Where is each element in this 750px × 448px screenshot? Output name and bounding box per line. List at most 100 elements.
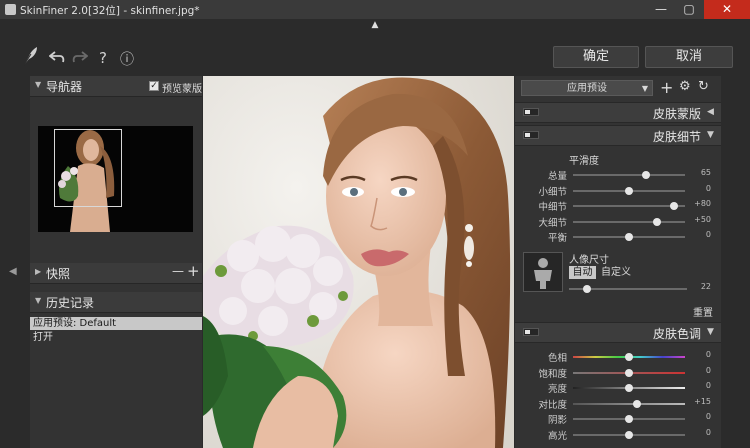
slider-thumb[interactable] — [625, 186, 633, 195]
slider-label: 总量 — [547, 171, 567, 182]
slider-track[interactable] — [573, 415, 685, 423]
slider-label: 中细节 — [538, 202, 567, 213]
slider-thumb[interactable] — [625, 384, 633, 392]
view-frame[interactable] — [54, 129, 122, 207]
skin-detail-toggle[interactable] — [523, 131, 539, 139]
slider-track[interactable] — [573, 233, 685, 241]
minimize-button[interactable]: — — [648, 0, 674, 19]
skin-tone-title: 皮肤色调 — [653, 327, 702, 341]
slider-track[interactable] — [573, 202, 685, 210]
portrait-size-slider[interactable] — [569, 285, 687, 293]
snapshot-title: 快照 — [46, 267, 71, 281]
right-panel: 应用预设 ▼ + ⚙ ↻ 皮肤蒙版 ◀ 皮肤细节 ▼ 平滑度 总量 65 小细节 0 中… — [515, 76, 721, 448]
skin-tone-toggle[interactable] — [523, 328, 539, 336]
slider-label: 亮度 — [547, 384, 567, 395]
skin-detail-title: 皮肤细节 — [653, 130, 702, 144]
help-icon[interactable]: ? — [96, 49, 110, 67]
maximize-button[interactable]: ▢ — [676, 0, 702, 19]
slider-label: 色相 — [547, 353, 567, 364]
preview-mask-label: 预览蒙版 — [162, 84, 202, 95]
slider-track[interactable] — [573, 368, 685, 377]
cancel-button[interactable]: 取消 — [645, 46, 733, 68]
skin-detail-header[interactable]: 皮肤细节 ▼ — [515, 125, 721, 146]
slider-thumb[interactable] — [582, 285, 591, 293]
collapse-arrow-icon[interactable]: ◀ — [707, 107, 714, 117]
feather-icon[interactable] — [20, 46, 40, 66]
slider-thumb[interactable] — [625, 430, 633, 439]
close-button[interactable]: ✕ — [704, 0, 750, 19]
skin-tone-header[interactable]: 皮肤色调 ▼ — [515, 322, 721, 343]
slider-value: +80 — [694, 199, 711, 208]
auto-button[interactable]: 自动 — [569, 266, 596, 279]
redo-icon[interactable] — [72, 50, 89, 66]
slider-value: 0 — [705, 427, 711, 437]
slider-value: 0 — [705, 230, 711, 239]
slider-value: +15 — [694, 396, 711, 406]
slider-value: 0 — [705, 381, 711, 390]
expand-arrow-icon: ▼ — [35, 80, 42, 89]
slider-thumb[interactable] — [625, 368, 633, 377]
expand-arrow-icon: ▶ — [35, 267, 42, 276]
image-canvas[interactable] — [203, 76, 514, 448]
chevron-down-icon: ▼ — [641, 84, 648, 93]
add-snapshot-button[interactable]: + — [187, 262, 200, 280]
portrait-size-label: 人像尺寸 — [569, 255, 609, 266]
skin-mask-toggle[interactable] — [523, 108, 539, 116]
slider-value: 0 — [705, 350, 711, 359]
left-panel: ▼ 导航器 ✓ 预览蒙版 ▶ 快照 — + ▼ 历史记录 应用预设: Defau… — [30, 76, 202, 448]
gear-icon[interactable]: ⚙ — [679, 79, 691, 94]
reset-button[interactable]: 重置 — [693, 304, 713, 319]
history-header[interactable]: ▼ 历史记录 — [30, 292, 202, 313]
preview-mask-checkbox[interactable]: ✓ — [149, 81, 159, 91]
slider-track[interactable] — [573, 430, 685, 439]
slider-label: 平衡 — [547, 233, 567, 244]
slider-label: 大细节 — [538, 217, 567, 229]
undo-icon[interactable] — [48, 50, 65, 66]
slider-track[interactable] — [573, 399, 685, 408]
preset-select[interactable]: 应用预设 ▼ — [521, 80, 653, 96]
refresh-icon[interactable]: ↻ — [698, 79, 709, 94]
slider-label: 高光 — [547, 430, 567, 442]
slider-value: 65 — [700, 168, 711, 177]
navigator-thumbnail[interactable] — [38, 126, 193, 232]
expand-arrow-icon[interactable]: ▼ — [707, 130, 714, 140]
slider-thumb[interactable] — [632, 399, 641, 408]
slider-value: +50 — [694, 214, 711, 224]
ok-button[interactable]: 确定 — [553, 46, 639, 68]
remove-snapshot-button[interactable]: — — [172, 264, 184, 278]
window-title: SkinFiner 2.0[32位] - skinfiner.jpg* — [20, 5, 200, 17]
portrait-size-value: 22 — [700, 282, 711, 291]
slider-thumb[interactable] — [625, 233, 633, 241]
slider-thumb[interactable] — [669, 202, 678, 210]
slider-thumb[interactable] — [625, 353, 633, 361]
skin-mask-title: 皮肤蒙版 — [653, 107, 702, 121]
slider-thumb[interactable] — [625, 415, 633, 423]
slider-thumb[interactable] — [641, 171, 650, 179]
expand-arrow-icon[interactable]: ▼ — [707, 327, 714, 337]
app-icon — [5, 4, 16, 15]
navigator-title: 导航器 — [46, 80, 83, 94]
slider-label: 饱和度 — [538, 368, 567, 380]
custom-button[interactable]: 自定义 — [601, 266, 631, 279]
slider-track[interactable] — [573, 217, 685, 226]
smoothness-label: 平滑度 — [569, 156, 599, 167]
slider-label: 对比度 — [538, 399, 567, 411]
collapse-left-icon[interactable]: ◀ — [9, 266, 17, 277]
slider-track[interactable] — [573, 353, 685, 361]
slider-label: 阴影 — [547, 415, 567, 426]
navigator-header[interactable]: ▼ 导航器 ✓ 预览蒙版 — [30, 76, 202, 97]
slider-track[interactable] — [573, 384, 685, 392]
skin-mask-header[interactable]: 皮肤蒙版 ◀ — [515, 102, 721, 123]
history-item[interactable]: 打开 — [30, 331, 202, 344]
slider-track[interactable] — [573, 186, 685, 195]
info-icon[interactable]: ⓘ — [119, 49, 135, 68]
slider-track[interactable] — [573, 171, 685, 179]
slider-thumb[interactable] — [653, 217, 661, 226]
portrait-size-icon — [523, 252, 563, 292]
add-preset-icon[interactable]: + — [660, 78, 673, 97]
history-title: 历史记录 — [46, 296, 95, 310]
history-item[interactable]: 应用预设: Default — [30, 317, 202, 330]
snapshot-header[interactable]: ▶ 快照 — + — [30, 262, 202, 284]
collapse-up-icon[interactable]: ▲ — [368, 20, 382, 30]
title-bar: SkinFiner 2.0[32位] - skinfiner.jpg* — ▢ … — [0, 0, 750, 19]
